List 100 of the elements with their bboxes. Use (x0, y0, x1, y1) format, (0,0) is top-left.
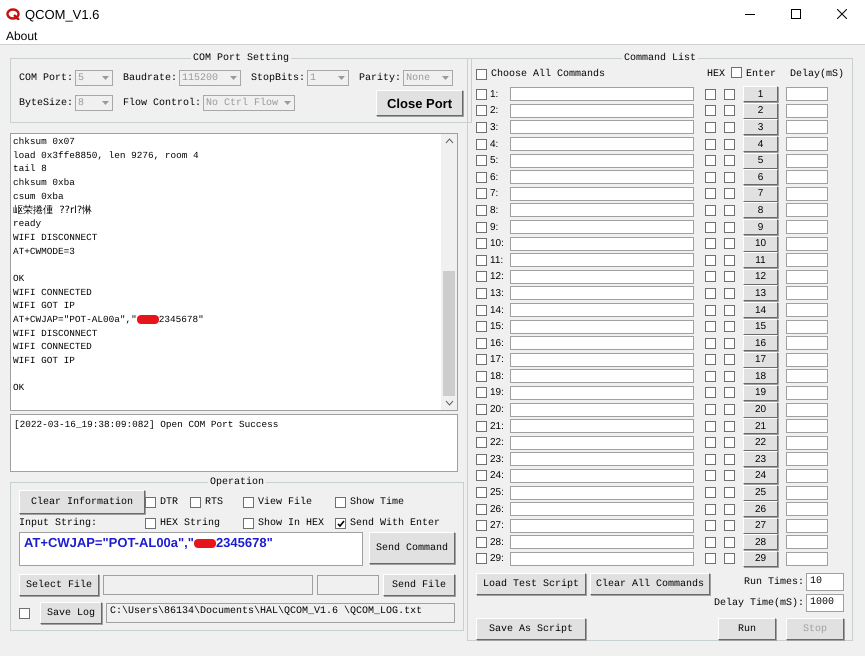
checkbox[interactable] (476, 520, 487, 532)
checkbox[interactable] (476, 288, 487, 299)
checkbox[interactable] (724, 204, 735, 216)
delay-field[interactable] (786, 436, 828, 450)
send-row-button[interactable]: 19 (743, 384, 778, 401)
checkbox[interactable] (705, 321, 716, 332)
checkbox[interactable] (724, 238, 735, 250)
send-row-button[interactable]: 14 (743, 302, 778, 318)
delay-field[interactable] (786, 402, 828, 417)
checkbox[interactable] (476, 354, 487, 366)
checkbox[interactable] (476, 155, 487, 166)
checkbox[interactable] (724, 354, 735, 366)
scroll-down-icon[interactable] (444, 400, 454, 406)
send-row-button[interactable]: 10 (743, 236, 778, 252)
checkbox[interactable] (476, 271, 487, 282)
select-file-button[interactable]: Select File (19, 574, 100, 596)
checkbox[interactable] (724, 370, 735, 382)
checkbox[interactable] (705, 204, 716, 216)
command-field[interactable] (510, 253, 694, 268)
send-row-button[interactable]: 5 (743, 152, 778, 169)
checkbox[interactable] (705, 288, 716, 299)
command-field[interactable] (510, 120, 694, 134)
checkbox[interactable] (705, 520, 716, 532)
command-field[interactable] (510, 137, 694, 152)
checkbox[interactable] (705, 88, 716, 100)
checkbox[interactable] (476, 105, 487, 116)
checkbox[interactable] (705, 553, 716, 564)
checkbox[interactable] (724, 122, 735, 133)
checkbox[interactable] (476, 204, 487, 216)
checkbox[interactable] (724, 437, 735, 448)
send-row-button[interactable]: 22 (743, 434, 778, 451)
delay-field[interactable] (786, 518, 828, 533)
send-file-button[interactable]: Send File (383, 574, 456, 596)
checkbox[interactable] (705, 504, 716, 515)
input-string-field[interactable]: AT+CWJAP="POT-AL00a"," 2345678" (19, 532, 363, 566)
checkbox[interactable] (705, 271, 716, 282)
checkbox[interactable] (724, 387, 735, 398)
command-field[interactable] (510, 436, 694, 450)
delay-field[interactable] (786, 253, 828, 268)
command-field[interactable] (510, 236, 694, 251)
checkbox[interactable] (724, 487, 735, 498)
checkbox[interactable] (476, 254, 487, 266)
send-row-button[interactable]: 21 (743, 418, 778, 434)
delay-time-field[interactable]: 1000 (806, 594, 844, 612)
send-row-button[interactable]: 28 (743, 534, 778, 550)
delay-field[interactable] (786, 186, 828, 201)
checkbox[interactable] (335, 518, 346, 529)
command-field[interactable] (510, 352, 694, 367)
delay-field[interactable] (786, 203, 828, 218)
checkbox[interactable] (335, 496, 346, 508)
send-row-button[interactable]: 15 (743, 318, 778, 335)
delay-field[interactable] (786, 419, 828, 434)
send-row-button[interactable]: 29 (743, 550, 778, 567)
send-command-button[interactable]: Send Command (369, 532, 456, 564)
delay-field[interactable] (786, 452, 828, 466)
checkbox[interactable] (705, 138, 716, 150)
send-row-button[interactable]: 23 (743, 451, 778, 468)
delay-field[interactable] (786, 552, 828, 566)
checkbox[interactable] (724, 155, 735, 166)
checkbox[interactable] (705, 105, 716, 116)
command-field[interactable] (510, 552, 694, 566)
run-button[interactable]: Run (718, 618, 776, 640)
delay-field[interactable] (786, 286, 828, 300)
checkbox[interactable] (724, 188, 735, 200)
checkbox[interactable] (724, 553, 735, 564)
command-field[interactable] (510, 286, 694, 300)
delay-field[interactable] (786, 303, 828, 318)
checkbox[interactable] (705, 404, 716, 416)
command-field[interactable] (510, 535, 694, 550)
checkbox[interactable] (476, 420, 487, 432)
clear-information-button[interactable]: Clear Information (19, 490, 145, 514)
checkbox[interactable] (476, 304, 487, 316)
checkbox[interactable] (705, 387, 716, 398)
checkbox[interactable] (724, 222, 735, 233)
command-field[interactable] (510, 170, 694, 184)
checkbox[interactable] (724, 504, 735, 515)
delay-field[interactable] (786, 154, 828, 168)
send-row-button[interactable]: 4 (743, 136, 778, 152)
command-field[interactable] (510, 468, 694, 483)
checkbox[interactable] (190, 496, 201, 508)
checkbox[interactable] (724, 105, 735, 116)
run-times-field[interactable]: 10 (806, 573, 844, 592)
close-port-button[interactable]: Close Port (376, 90, 464, 116)
checkbox[interactable] (724, 536, 735, 548)
delay-field[interactable] (786, 104, 828, 118)
send-row-button[interactable]: 12 (743, 268, 778, 285)
send-row-button[interactable]: 24 (743, 468, 778, 484)
send-row-button[interactable]: 7 (743, 186, 778, 202)
command-field[interactable] (510, 419, 694, 434)
delay-field[interactable] (786, 170, 828, 184)
log-path-field[interactable]: C:\Users\86134\Documents\HAL\QCOM_V1.6 \QCOM_LOG.txt (106, 603, 456, 623)
send-row-button[interactable]: 25 (743, 484, 778, 501)
checkbox[interactable] (724, 304, 735, 316)
checkbox[interactable] (476, 122, 487, 133)
delay-field[interactable] (786, 369, 828, 384)
command-field[interactable] (510, 369, 694, 384)
send-row-button[interactable]: 26 (743, 501, 778, 518)
checkbox[interactable] (476, 370, 487, 382)
delay-field[interactable] (786, 270, 828, 284)
checkbox[interactable] (724, 288, 735, 299)
